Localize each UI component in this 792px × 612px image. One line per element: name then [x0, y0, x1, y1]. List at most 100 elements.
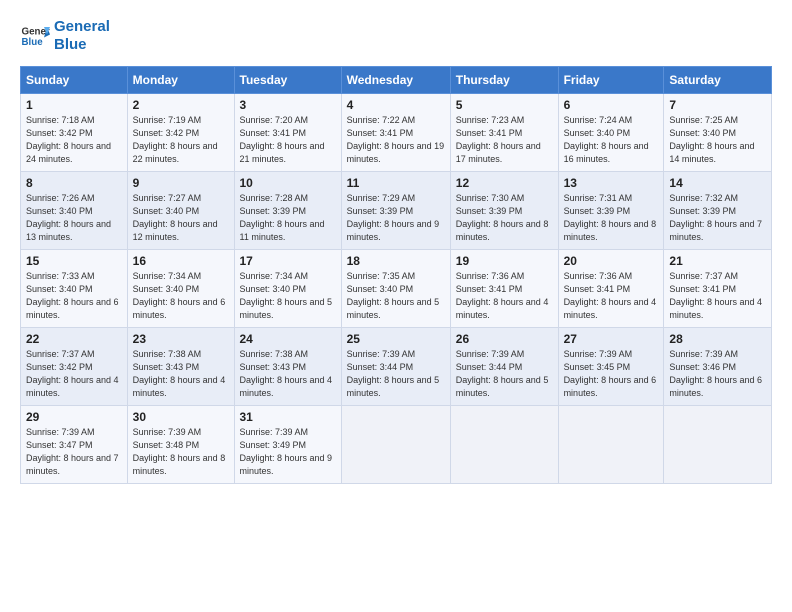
calendar-cell: 5 Sunrise: 7:23 AMSunset: 3:41 PMDayligh…: [450, 94, 558, 172]
weekday-header-row: SundayMondayTuesdayWednesdayThursdayFrid…: [21, 67, 772, 94]
day-info: Sunrise: 7:39 AMSunset: 3:49 PMDaylight:…: [240, 426, 336, 478]
day-number: 27: [564, 332, 659, 346]
day-info: Sunrise: 7:19 AMSunset: 3:42 PMDaylight:…: [133, 114, 229, 166]
day-info: Sunrise: 7:39 AMSunset: 3:47 PMDaylight:…: [26, 426, 122, 478]
calendar-cell: 18 Sunrise: 7:35 AMSunset: 3:40 PMDaylig…: [341, 250, 450, 328]
day-info: Sunrise: 7:20 AMSunset: 3:41 PMDaylight:…: [240, 114, 336, 166]
day-info: Sunrise: 7:18 AMSunset: 3:42 PMDaylight:…: [26, 114, 122, 166]
calendar-cell: [450, 406, 558, 484]
logo-icon: General Blue: [20, 21, 50, 51]
day-number: 1: [26, 98, 122, 112]
day-number: 30: [133, 410, 229, 424]
calendar-cell: 15 Sunrise: 7:33 AMSunset: 3:40 PMDaylig…: [21, 250, 128, 328]
day-number: 18: [347, 254, 445, 268]
calendar-cell: 17 Sunrise: 7:34 AMSunset: 3:40 PMDaylig…: [234, 250, 341, 328]
day-info: Sunrise: 7:39 AMSunset: 3:48 PMDaylight:…: [133, 426, 229, 478]
calendar-cell: 13 Sunrise: 7:31 AMSunset: 3:39 PMDaylig…: [558, 172, 664, 250]
day-info: Sunrise: 7:39 AMSunset: 3:46 PMDaylight:…: [669, 348, 766, 400]
calendar-cell: 4 Sunrise: 7:22 AMSunset: 3:41 PMDayligh…: [341, 94, 450, 172]
calendar-cell: 6 Sunrise: 7:24 AMSunset: 3:40 PMDayligh…: [558, 94, 664, 172]
day-info: Sunrise: 7:36 AMSunset: 3:41 PMDaylight:…: [456, 270, 553, 322]
day-number: 12: [456, 176, 553, 190]
week-row-2: 8 Sunrise: 7:26 AMSunset: 3:40 PMDayligh…: [21, 172, 772, 250]
weekday-header-wednesday: Wednesday: [341, 67, 450, 94]
day-number: 19: [456, 254, 553, 268]
day-number: 16: [133, 254, 229, 268]
day-info: Sunrise: 7:32 AMSunset: 3:39 PMDaylight:…: [669, 192, 766, 244]
day-number: 6: [564, 98, 659, 112]
calendar-cell: 12 Sunrise: 7:30 AMSunset: 3:39 PMDaylig…: [450, 172, 558, 250]
day-number: 3: [240, 98, 336, 112]
calendar-cell: 9 Sunrise: 7:27 AMSunset: 3:40 PMDayligh…: [127, 172, 234, 250]
calendar-cell: 21 Sunrise: 7:37 AMSunset: 3:41 PMDaylig…: [664, 250, 772, 328]
day-number: 21: [669, 254, 766, 268]
calendar-cell: 19 Sunrise: 7:36 AMSunset: 3:41 PMDaylig…: [450, 250, 558, 328]
calendar-cell: 16 Sunrise: 7:34 AMSunset: 3:40 PMDaylig…: [127, 250, 234, 328]
day-number: 25: [347, 332, 445, 346]
weekday-header-saturday: Saturday: [664, 67, 772, 94]
day-info: Sunrise: 7:39 AMSunset: 3:44 PMDaylight:…: [456, 348, 553, 400]
weekday-header-friday: Friday: [558, 67, 664, 94]
day-info: Sunrise: 7:39 AMSunset: 3:44 PMDaylight:…: [347, 348, 445, 400]
day-number: 13: [564, 176, 659, 190]
day-info: Sunrise: 7:36 AMSunset: 3:41 PMDaylight:…: [564, 270, 659, 322]
day-info: Sunrise: 7:35 AMSunset: 3:40 PMDaylight:…: [347, 270, 445, 322]
calendar-cell: 22 Sunrise: 7:37 AMSunset: 3:42 PMDaylig…: [21, 328, 128, 406]
calendar-cell: 3 Sunrise: 7:20 AMSunset: 3:41 PMDayligh…: [234, 94, 341, 172]
day-info: Sunrise: 7:33 AMSunset: 3:40 PMDaylight:…: [26, 270, 122, 322]
calendar-cell: 27 Sunrise: 7:39 AMSunset: 3:45 PMDaylig…: [558, 328, 664, 406]
day-number: 14: [669, 176, 766, 190]
day-info: Sunrise: 7:37 AMSunset: 3:41 PMDaylight:…: [669, 270, 766, 322]
day-number: 7: [669, 98, 766, 112]
day-number: 20: [564, 254, 659, 268]
day-info: Sunrise: 7:28 AMSunset: 3:39 PMDaylight:…: [240, 192, 336, 244]
day-number: 2: [133, 98, 229, 112]
week-row-1: 1 Sunrise: 7:18 AMSunset: 3:42 PMDayligh…: [21, 94, 772, 172]
calendar-cell: 2 Sunrise: 7:19 AMSunset: 3:42 PMDayligh…: [127, 94, 234, 172]
day-number: 28: [669, 332, 766, 346]
week-row-5: 29 Sunrise: 7:39 AMSunset: 3:47 PMDaylig…: [21, 406, 772, 484]
header: General Blue General Blue: [20, 18, 772, 54]
calendar-cell: 20 Sunrise: 7:36 AMSunset: 3:41 PMDaylig…: [558, 250, 664, 328]
logo-text: General Blue: [54, 18, 110, 54]
day-number: 15: [26, 254, 122, 268]
calendar-cell: 14 Sunrise: 7:32 AMSunset: 3:39 PMDaylig…: [664, 172, 772, 250]
day-info: Sunrise: 7:34 AMSunset: 3:40 PMDaylight:…: [133, 270, 229, 322]
calendar-cell: 7 Sunrise: 7:25 AMSunset: 3:40 PMDayligh…: [664, 94, 772, 172]
calendar-cell: [558, 406, 664, 484]
calendar-cell: 28 Sunrise: 7:39 AMSunset: 3:46 PMDaylig…: [664, 328, 772, 406]
calendar-cell: 25 Sunrise: 7:39 AMSunset: 3:44 PMDaylig…: [341, 328, 450, 406]
day-number: 4: [347, 98, 445, 112]
day-info: Sunrise: 7:23 AMSunset: 3:41 PMDaylight:…: [456, 114, 553, 166]
calendar-table: SundayMondayTuesdayWednesdayThursdayFrid…: [20, 66, 772, 484]
day-number: 8: [26, 176, 122, 190]
day-info: Sunrise: 7:30 AMSunset: 3:39 PMDaylight:…: [456, 192, 553, 244]
day-number: 22: [26, 332, 122, 346]
calendar-cell: [664, 406, 772, 484]
weekday-header-sunday: Sunday: [21, 67, 128, 94]
day-info: Sunrise: 7:31 AMSunset: 3:39 PMDaylight:…: [564, 192, 659, 244]
day-info: Sunrise: 7:38 AMSunset: 3:43 PMDaylight:…: [133, 348, 229, 400]
calendar-cell: 31 Sunrise: 7:39 AMSunset: 3:49 PMDaylig…: [234, 406, 341, 484]
day-number: 24: [240, 332, 336, 346]
weekday-header-tuesday: Tuesday: [234, 67, 341, 94]
calendar-cell: [341, 406, 450, 484]
calendar-cell: 1 Sunrise: 7:18 AMSunset: 3:42 PMDayligh…: [21, 94, 128, 172]
day-info: Sunrise: 7:34 AMSunset: 3:40 PMDaylight:…: [240, 270, 336, 322]
calendar-cell: 24 Sunrise: 7:38 AMSunset: 3:43 PMDaylig…: [234, 328, 341, 406]
day-info: Sunrise: 7:25 AMSunset: 3:40 PMDaylight:…: [669, 114, 766, 166]
logo: General Blue General Blue: [20, 18, 110, 54]
day-number: 29: [26, 410, 122, 424]
weekday-header-monday: Monday: [127, 67, 234, 94]
day-number: 5: [456, 98, 553, 112]
day-number: 31: [240, 410, 336, 424]
calendar-cell: 8 Sunrise: 7:26 AMSunset: 3:40 PMDayligh…: [21, 172, 128, 250]
calendar-cell: 11 Sunrise: 7:29 AMSunset: 3:39 PMDaylig…: [341, 172, 450, 250]
day-info: Sunrise: 7:27 AMSunset: 3:40 PMDaylight:…: [133, 192, 229, 244]
week-row-3: 15 Sunrise: 7:33 AMSunset: 3:40 PMDaylig…: [21, 250, 772, 328]
day-info: Sunrise: 7:29 AMSunset: 3:39 PMDaylight:…: [347, 192, 445, 244]
svg-text:Blue: Blue: [22, 37, 44, 48]
day-number: 23: [133, 332, 229, 346]
day-number: 9: [133, 176, 229, 190]
weekday-header-thursday: Thursday: [450, 67, 558, 94]
